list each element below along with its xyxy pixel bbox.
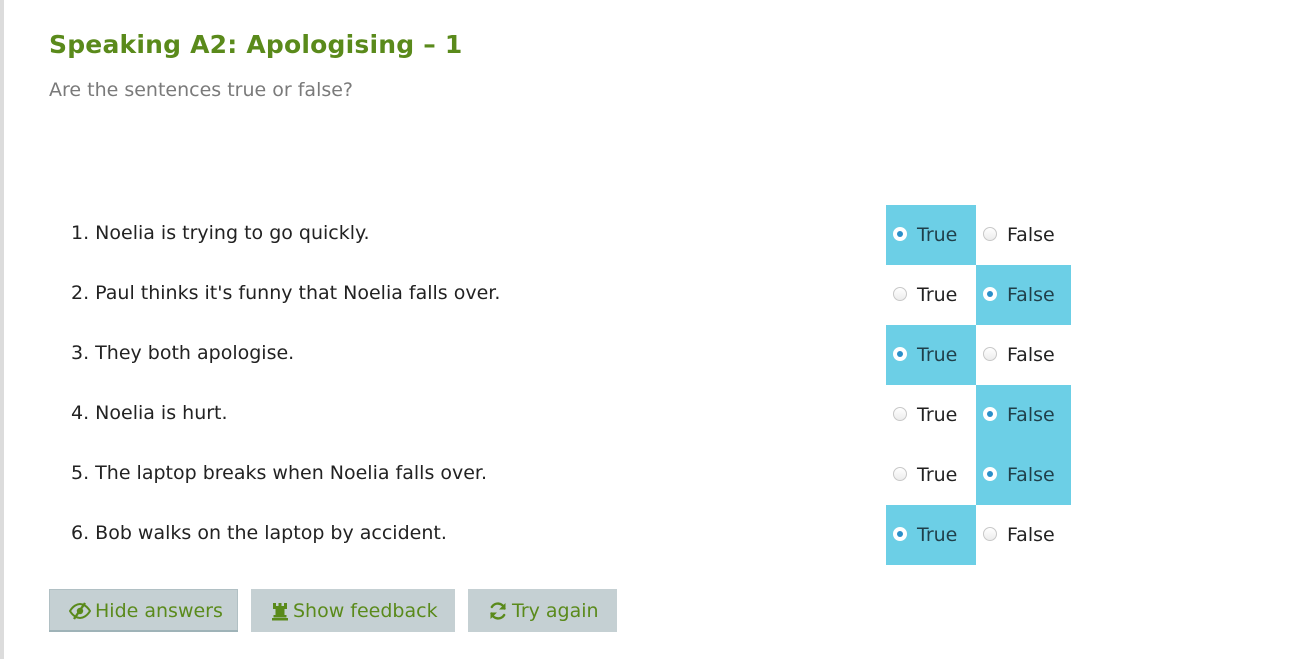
radio-button[interactable]	[983, 407, 997, 421]
question-1-option-false[interactable]: False	[976, 205, 1071, 265]
eye-slash-icon	[69, 601, 91, 621]
question-6-option-true[interactable]: True	[886, 505, 976, 565]
question-5-option-false[interactable]: False	[976, 445, 1071, 505]
task-container: Speaking A2: Apologising – 1 Are the sen…	[49, 0, 1289, 659]
question-text: 4. Noelia is hurt.	[71, 402, 228, 424]
task-instructions: Are the sentences true or false?	[49, 79, 354, 101]
question-6-option-false[interactable]: False	[976, 505, 1071, 565]
option-label: True	[917, 224, 958, 246]
page-title: Speaking A2: Apologising – 1	[49, 30, 463, 59]
question-3-option-true[interactable]: True	[886, 325, 976, 385]
question-1-option-true[interactable]: True	[886, 205, 976, 265]
question-text: 2. Paul thinks it's funny that Noelia fa…	[71, 282, 501, 304]
question-2-option-false[interactable]: False	[976, 265, 1071, 325]
question-row: 1. Noelia is trying to go quickly. True …	[49, 205, 1149, 265]
question-text: 3. They both apologise.	[71, 342, 295, 364]
question-row: 3. They both apologise. True False	[49, 325, 1149, 385]
question-row: 6. Bob walks on the laptop by accident. …	[49, 505, 1149, 565]
option-label: False	[1007, 524, 1055, 546]
hide-answers-button[interactable]: Hide answers	[49, 589, 238, 632]
question-4-option-true[interactable]: True	[886, 385, 976, 445]
radio-button[interactable]	[983, 227, 997, 241]
question-list: 1. Noelia is trying to go quickly. True …	[49, 205, 1149, 565]
radio-button[interactable]	[893, 407, 907, 421]
show-feedback-button[interactable]: Show feedback	[251, 589, 455, 632]
try-again-button[interactable]: Try again	[468, 589, 617, 632]
option-label: True	[917, 284, 958, 306]
question-text: 6. Bob walks on the laptop by accident.	[71, 522, 447, 544]
question-row: 2. Paul thinks it's funny that Noelia fa…	[49, 265, 1149, 325]
radio-button[interactable]	[893, 227, 907, 241]
option-label: False	[1007, 284, 1055, 306]
option-label: True	[917, 404, 958, 426]
option-label: False	[1007, 344, 1055, 366]
radio-button[interactable]	[983, 467, 997, 481]
option-label: False	[1007, 464, 1055, 486]
question-4-option-false[interactable]: False	[976, 385, 1071, 445]
question-2-option-true[interactable]: True	[886, 265, 976, 325]
radio-button[interactable]	[893, 287, 907, 301]
question-text: 5. The laptop breaks when Noelia falls o…	[71, 462, 488, 484]
refresh-icon	[488, 601, 508, 621]
option-label: True	[917, 524, 958, 546]
rook-icon	[271, 601, 289, 621]
option-label: False	[1007, 404, 1055, 426]
radio-button[interactable]	[983, 287, 997, 301]
try-again-label: Try again	[512, 599, 599, 622]
left-border	[0, 0, 4, 659]
show-feedback-label: Show feedback	[293, 599, 438, 622]
question-row: 5. The laptop breaks when Noelia falls o…	[49, 445, 1149, 505]
question-row: 4. Noelia is hurt. True False	[49, 385, 1149, 445]
question-5-option-true[interactable]: True	[886, 445, 976, 505]
radio-button[interactable]	[983, 527, 997, 541]
question-3-option-false[interactable]: False	[976, 325, 1071, 385]
option-label: False	[1007, 224, 1055, 246]
radio-button[interactable]	[983, 347, 997, 361]
radio-button[interactable]	[893, 467, 907, 481]
radio-button[interactable]	[893, 347, 907, 361]
question-text: 1. Noelia is trying to go quickly.	[71, 222, 370, 244]
radio-button[interactable]	[893, 527, 907, 541]
option-label: True	[917, 464, 958, 486]
option-label: True	[917, 344, 958, 366]
hide-answers-label: Hide answers	[95, 599, 223, 622]
